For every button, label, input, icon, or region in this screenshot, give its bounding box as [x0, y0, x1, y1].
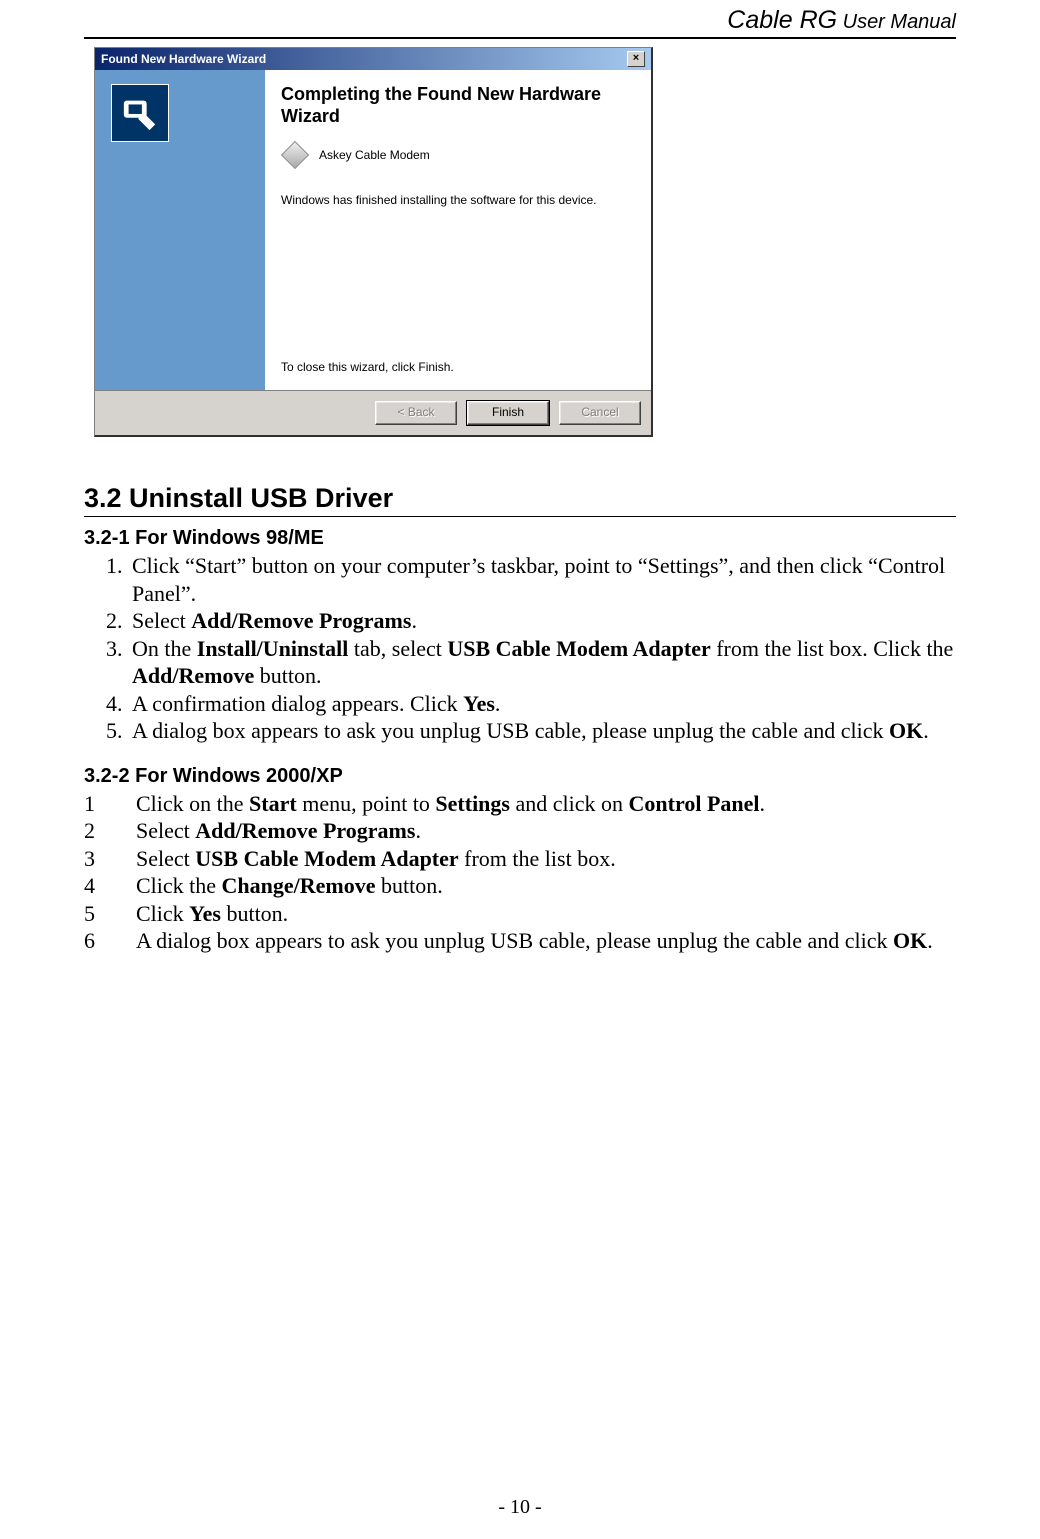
finish-button[interactable]: Finish — [467, 401, 549, 425]
list-item: Click Yes button. — [84, 900, 956, 928]
header-suffix: User Manual — [837, 11, 956, 33]
wizard-message: Windows has finished installing the soft… — [281, 193, 635, 207]
hardware-icon — [111, 84, 169, 142]
back-button: < Back — [375, 401, 457, 425]
list-item: Click “Start” button on your computer’s … — [128, 552, 956, 607]
wizard-sidebar — [95, 70, 265, 390]
wizard-heading: Completing the Found New Hardware Wizard — [281, 84, 635, 127]
wizard-title: Found New Hardware Wizard — [101, 52, 266, 66]
wizard-buttons: < Back Finish Cancel — [95, 390, 651, 435]
list-item: Select USB Cable Modem Adapter from the … — [84, 845, 956, 873]
list-item: Click the Change/Remove button. — [84, 872, 956, 900]
cancel-button: Cancel — [559, 401, 641, 425]
list-item: On the Install/Uninstall tab, select USB… — [128, 635, 956, 690]
device-icon — [281, 141, 309, 169]
list-item: Select Add/Remove Programs. — [128, 607, 956, 635]
sub-heading-1: 3.2-1 For Windows 98/ME — [84, 527, 956, 550]
list-item: A confirmation dialog appears. Click Yes… — [128, 690, 956, 718]
header-brand: Cable RG — [727, 6, 837, 34]
section-heading: 3.2 Uninstall USB Driver — [84, 483, 956, 517]
list-item: A dialog box appears to ask you unplug U… — [128, 717, 956, 745]
sub-heading-2: 3.2-2 For Windows 2000/XP — [84, 765, 956, 788]
page-number: - 10 - — [0, 1496, 1040, 1519]
wizard-close-msg: To close this wizard, click Finish. — [281, 360, 635, 380]
wizard-titlebar: Found New Hardware Wizard × — [95, 48, 651, 70]
close-icon[interactable]: × — [627, 51, 645, 67]
steps-list-2000xp: Click on the Start menu, point to Settin… — [84, 790, 956, 955]
steps-list-98me: Click “Start” button on your computer’s … — [84, 552, 956, 745]
page-header: Cable RG User Manual — [84, 0, 956, 35]
list-item: A dialog box appears to ask you unplug U… — [84, 927, 956, 955]
wizard-dialog: Found New Hardware Wizard × Completing t… — [94, 47, 653, 437]
list-item: Select Add/Remove Programs. — [84, 817, 956, 845]
list-item: Click on the Start menu, point to Settin… — [84, 790, 956, 818]
device-name: Askey Cable Modem — [319, 148, 430, 162]
